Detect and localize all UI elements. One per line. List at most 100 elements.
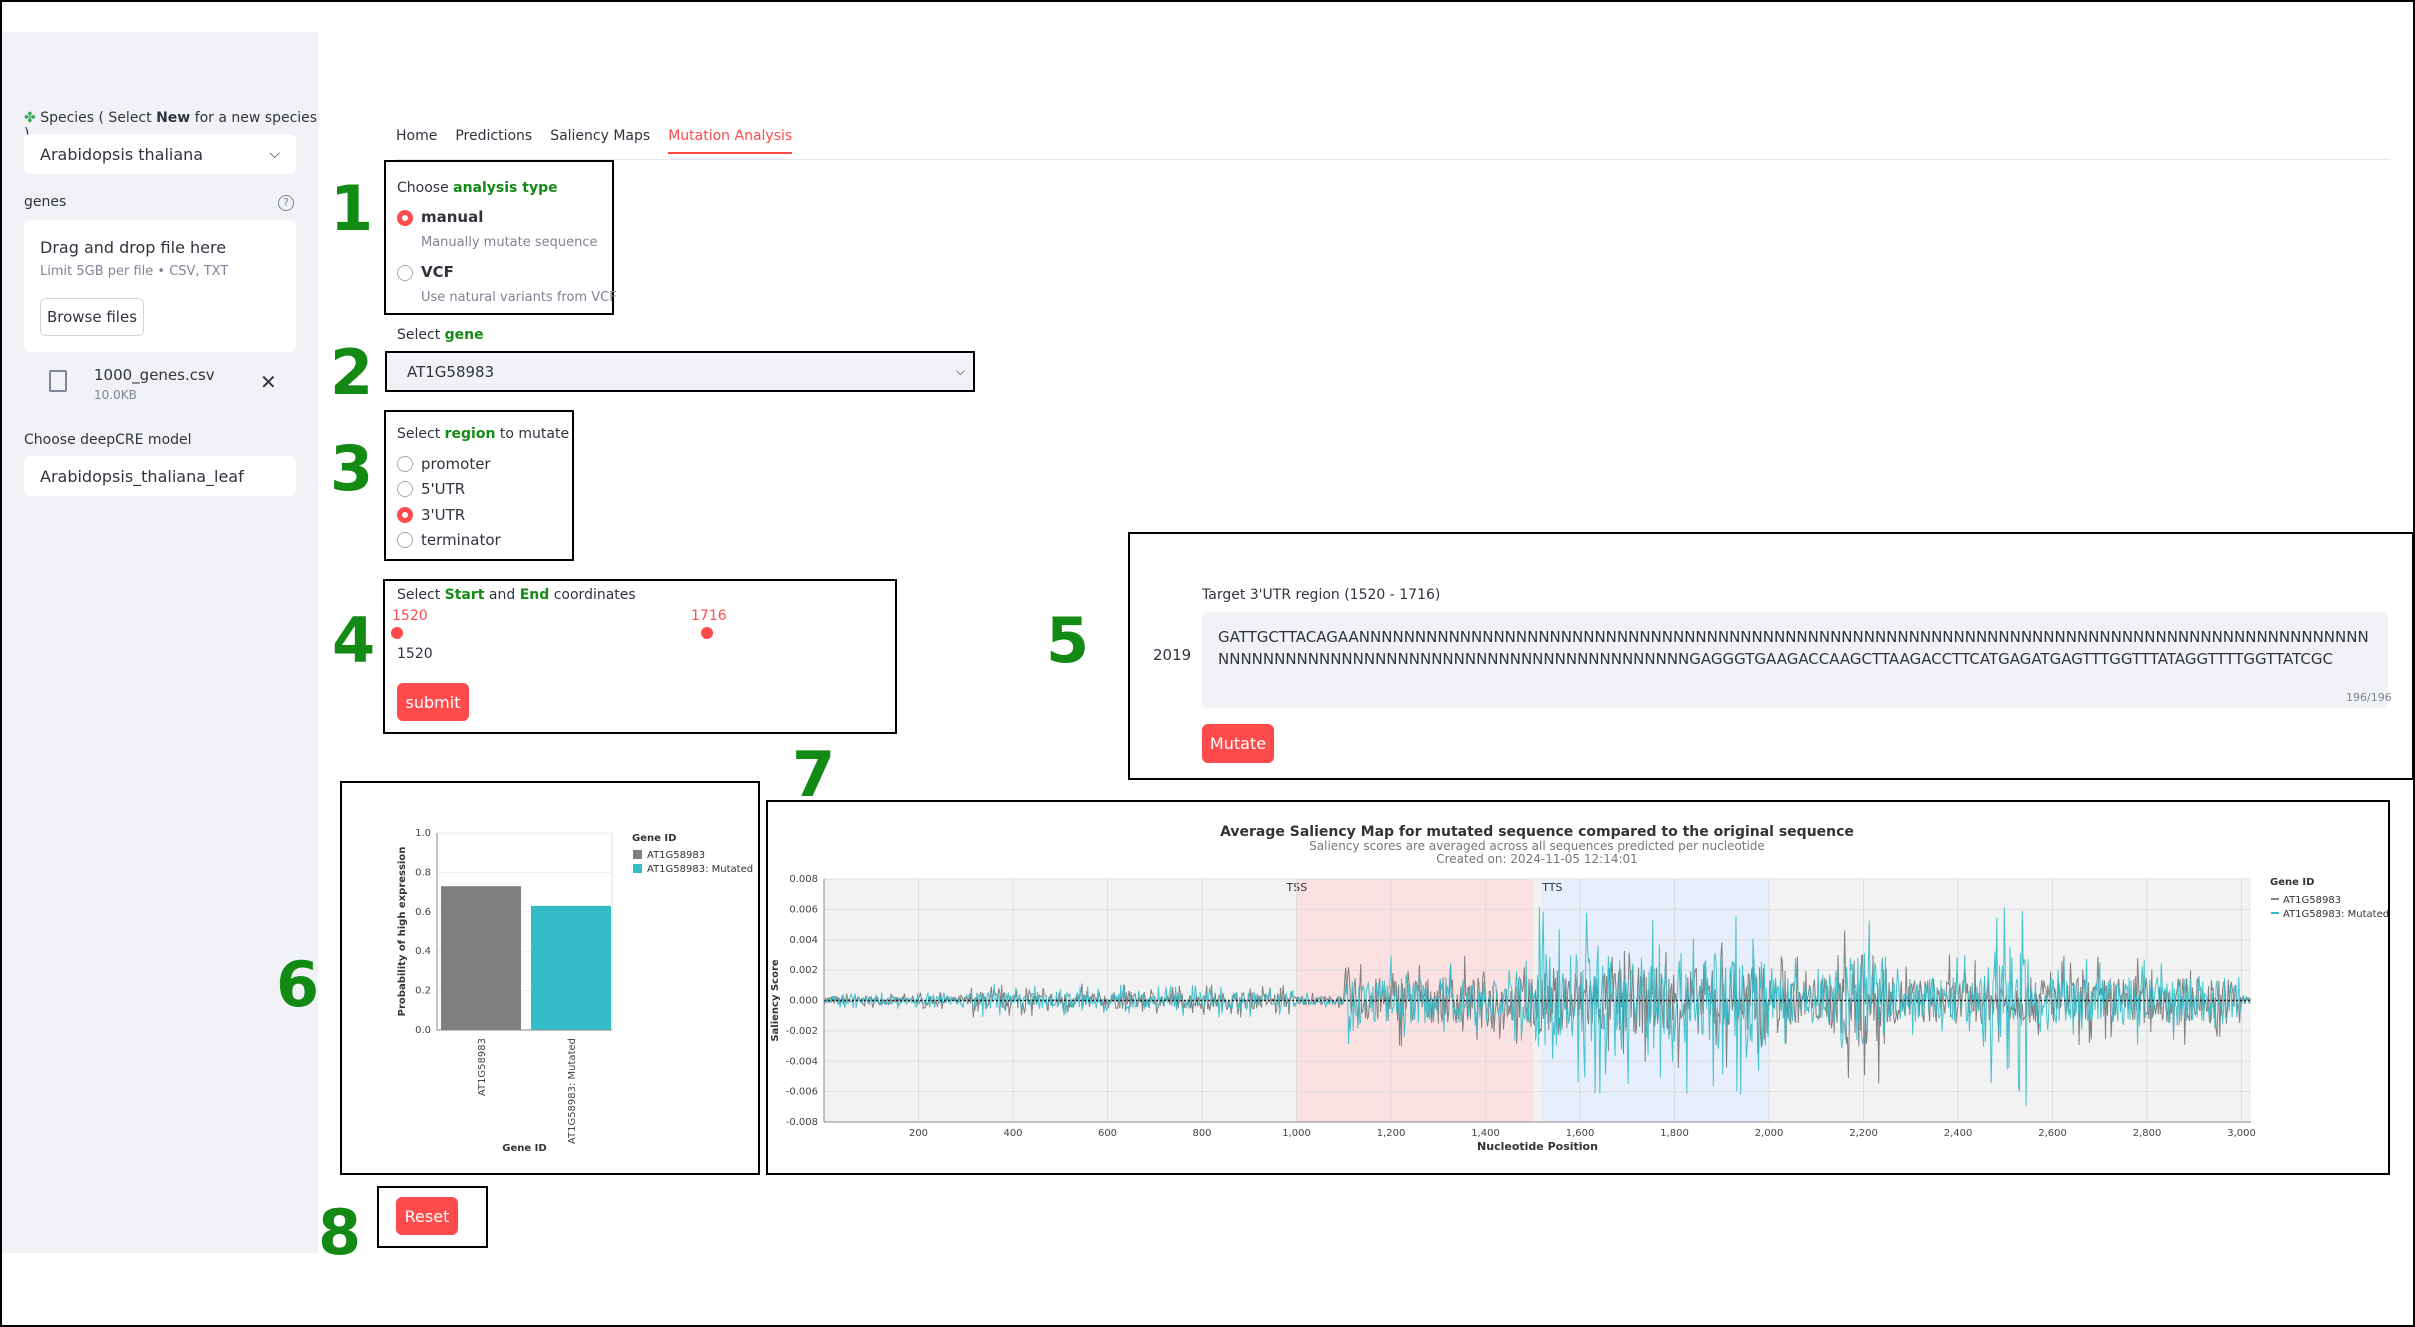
- tab-divider: [396, 159, 2390, 160]
- help-icon[interactable]: ?: [278, 195, 294, 211]
- saliency-x-tick-label: 600: [1098, 1128, 1117, 1139]
- saliency-x-tick-label: 2,200: [1849, 1128, 1878, 1139]
- region-label: Select region to mutate: [397, 426, 569, 442]
- bar-x-tick-label: AT1G58983: [477, 1038, 488, 1096]
- coords-label-post: coordinates: [549, 587, 636, 603]
- bar-legend-swatch: [633, 864, 642, 873]
- tab-mutation-analysis[interactable]: Mutation Analysis: [668, 128, 793, 154]
- bar-legend-title: Gene ID: [632, 833, 676, 844]
- radio-vcf[interactable]: [397, 265, 413, 281]
- close-icon[interactable]: ✕: [260, 370, 277, 394]
- radio-5utr[interactable]: [397, 481, 413, 497]
- saliency-x-tick-label: 1,800: [1660, 1128, 1689, 1139]
- bar-legend-label: AT1G58983: [647, 850, 705, 861]
- saliency-x-tick-label: 1,400: [1471, 1128, 1500, 1139]
- sequence-textarea[interactable]: GATTGCTTACAGAANNNNNNNNNNNNNNNNNNNNNNNNNN…: [1202, 612, 2388, 708]
- bar-y-tick-label: 0.0: [415, 1025, 431, 1036]
- saliency-created: Created on: 2024-11-05 12:14:01: [1436, 852, 1638, 866]
- saliency-y-tick-label: 0.002: [789, 965, 818, 976]
- file-icon: [49, 370, 67, 392]
- saliency-y-tick-label: -0.004: [786, 1056, 818, 1067]
- gene-select[interactable]: AT1G58983 ⌵: [385, 351, 975, 392]
- uploaded-file-size: 10.0KB: [94, 388, 137, 402]
- char-count: 196/196: [2346, 691, 2392, 704]
- region-label-post: to mutate: [495, 426, 570, 442]
- saliency-y-axis-title: Saliency Score: [770, 959, 781, 1042]
- saliency-x-tick-label: 2,600: [2038, 1128, 2067, 1139]
- saliency-y-tick-label: 0.006: [789, 904, 818, 915]
- file-dropzone[interactable]: Drag and drop file here Limit 5GB per fi…: [24, 220, 296, 352]
- region-option-3utr: 3'UTR: [421, 506, 466, 524]
- option-manual-label: manual: [421, 208, 484, 226]
- bar-y-axis-title: Probability of high expression: [397, 847, 408, 1017]
- saliency-legend-title: Gene ID: [2270, 877, 2314, 888]
- coordinates-label: Select Start and End coordinates: [397, 587, 636, 603]
- analysis-type-label: Choose analysis type: [397, 180, 558, 196]
- species-select[interactable]: Arabidopsis thaliana ⌵: [24, 134, 296, 174]
- model-input[interactable]: Arabidopsis_thaliana_leaf: [24, 456, 296, 496]
- saliency-y-tick-label: -0.006: [786, 1087, 818, 1098]
- radio-promoter[interactable]: [397, 456, 413, 472]
- bar-y-tick-label: 0.6: [415, 907, 431, 918]
- saliency-y-tick-label: 0.008: [789, 874, 818, 885]
- radio-3utr[interactable]: [397, 507, 413, 523]
- analysis-label-bold: analysis type: [453, 180, 558, 196]
- species-label-bold: New: [156, 110, 191, 126]
- step-number-5: 5: [1046, 604, 1090, 677]
- genes-label: genes: [24, 194, 67, 210]
- model-label: Choose deepCRE model: [24, 432, 192, 448]
- mutate-button[interactable]: Mutate: [1202, 724, 1274, 763]
- saliency-x-tick-label: 2,800: [2133, 1128, 2162, 1139]
- coords-label-mid: and: [484, 587, 520, 603]
- chevron-down-icon: ⌵: [269, 146, 280, 162]
- bar-legend-label: AT1G58983: Mutated: [647, 864, 753, 875]
- saliency-x-tick-label: 2,400: [1944, 1128, 1973, 1139]
- tab-bar: Home Predictions Saliency Maps Mutation …: [396, 128, 810, 154]
- region-option-terminator: terminator: [421, 531, 501, 549]
- row-index: 2019: [1153, 646, 1192, 664]
- dropzone-limit: Limit 5GB per file • CSV, TXT: [40, 264, 229, 279]
- tab-predictions[interactable]: Predictions: [455, 128, 532, 154]
- reset-button[interactable]: Reset: [396, 1197, 458, 1235]
- option-vcf-caption: Use natural variants from VCF: [421, 290, 617, 305]
- saliency-y-tick-label: -0.008: [786, 1117, 818, 1128]
- option-manual-caption: Manually mutate sequence: [421, 235, 598, 250]
- radio-terminator[interactable]: [397, 532, 413, 548]
- radio-manual[interactable]: [397, 210, 413, 226]
- saliency-x-tick-label: 1,200: [1377, 1128, 1406, 1139]
- step-number-8: 8: [318, 1196, 362, 1269]
- saliency-y-tick-label: 0.000: [789, 996, 818, 1007]
- region-label-pre: Select: [397, 426, 445, 442]
- bar-y-tick-label: 0.4: [415, 946, 431, 957]
- saliency-x-axis-title: Nucleotide Position: [1477, 1140, 1598, 1153]
- saliency-x-tick-label: 1,600: [1566, 1128, 1595, 1139]
- coordinate-value-text: 1520: [397, 646, 433, 662]
- bar-mutated: [531, 905, 611, 1030]
- gene-label: Select gene: [397, 327, 484, 343]
- tab-saliency-maps[interactable]: Saliency Maps: [550, 128, 650, 154]
- bar-y-tick-label: 0.2: [415, 986, 431, 997]
- slider-start-handle[interactable]: [391, 627, 403, 639]
- submit-button[interactable]: submit: [397, 683, 469, 721]
- saliency-x-tick-label: 200: [909, 1128, 928, 1139]
- region-label-bold: region: [444, 426, 496, 442]
- bar-x-tick-label: AT1G58983: Mutated: [567, 1038, 578, 1144]
- step-number-4: 4: [332, 604, 376, 677]
- probability-bar-chart: 0.0 0.2 0.4 0.6 0.8 1.0 AT1G58983 AT1G58983: Mu…: [397, 828, 753, 1154]
- saliency-line-chart: Average Saliency Map for mutated sequenc…: [770, 824, 2388, 1153]
- bar-y-tick-label: 0.8: [415, 867, 431, 878]
- slider-end-handle[interactable]: [701, 627, 713, 639]
- slider-end-value: 1716: [691, 608, 727, 624]
- dropzone-title: Drag and drop file here: [40, 238, 227, 257]
- saliency-title: Average Saliency Map for mutated sequenc…: [1220, 824, 1854, 840]
- sidebar: ✤ Species ( Select New for a new species…: [2, 32, 318, 1253]
- option-vcf-label: VCF: [421, 263, 454, 281]
- step-number-1: 1: [330, 172, 374, 245]
- step-number-2: 2: [330, 336, 374, 409]
- bar-x-axis-title: Gene ID: [502, 1143, 546, 1154]
- coords-label-start: Start: [444, 587, 485, 603]
- browse-files-button[interactable]: Browse files: [40, 298, 144, 336]
- tab-home[interactable]: Home: [396, 128, 437, 154]
- saliency-x-tick-label: 800: [1192, 1128, 1211, 1139]
- region-option-5utr: 5'UTR: [421, 480, 466, 498]
